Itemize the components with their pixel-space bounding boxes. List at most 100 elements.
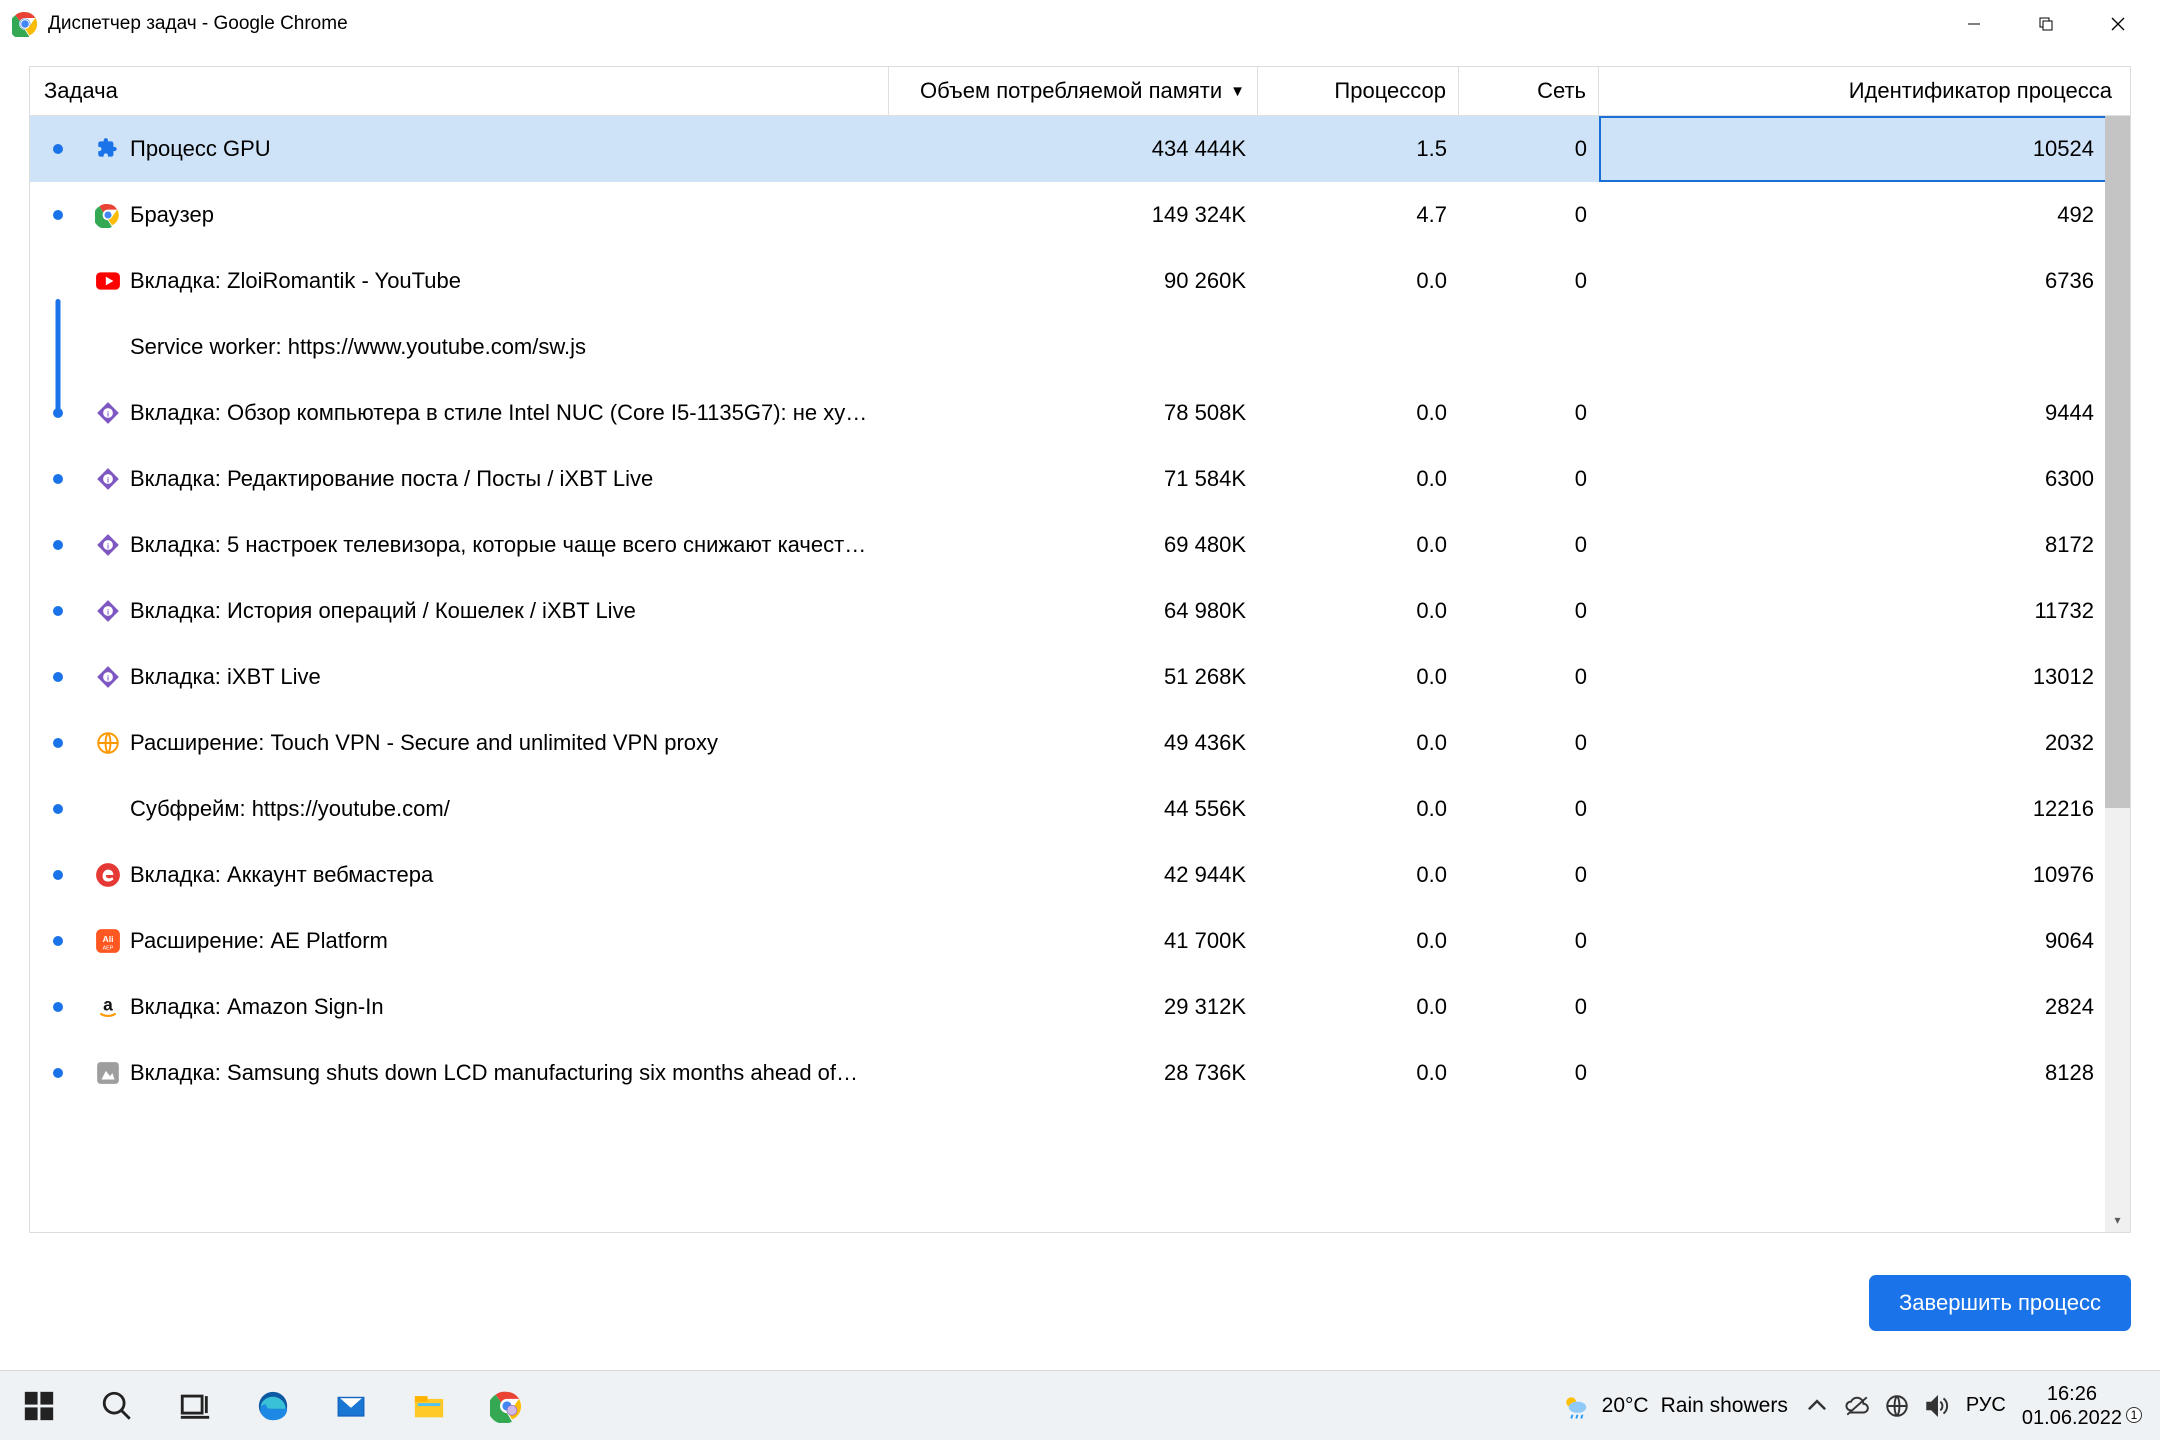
row-net: 0	[1459, 796, 1599, 822]
mail-icon[interactable]	[312, 1371, 390, 1440]
column-pid-label: Идентификатор процесса	[1849, 78, 2112, 104]
row-pid	[1599, 314, 2112, 380]
row-pid: 11732	[1599, 578, 2112, 644]
table-row[interactable]: AliAEPРасширение: AE Platform41 700K0.00…	[30, 908, 2130, 974]
row-net: 0	[1459, 664, 1599, 690]
column-cpu-label: Процессор	[1334, 78, 1446, 104]
column-cpu[interactable]: Процессор	[1258, 67, 1459, 115]
row-name: Процесс GPU	[130, 136, 889, 162]
titlebar: Диспетчер задач - Google Chrome	[0, 0, 2160, 48]
weather-widget[interactable]: 20°C Rain showers	[1560, 1391, 1788, 1421]
row-pid: 492	[1599, 182, 2112, 248]
row-memory: 71 584K	[889, 466, 1258, 492]
row-name: Вкладка: iXBT Live	[130, 664, 889, 690]
svg-text:i: i	[107, 673, 109, 682]
weather-icon	[1560, 1391, 1590, 1421]
search-button[interactable]	[78, 1371, 156, 1440]
table-row[interactable]: Субфрейм: https://youtube.com/44 556K0.0…	[30, 776, 2130, 842]
tray-chevron-icon[interactable]	[1804, 1393, 1830, 1419]
table-row[interactable]: iВкладка: iXBT Live51 268K0.0013012	[30, 644, 2130, 710]
svg-text:i: i	[107, 607, 109, 616]
clock[interactable]: 16:26 01.06.2022	[2022, 1382, 2122, 1430]
explorer-icon[interactable]	[390, 1371, 468, 1440]
row-pid: 10524	[1599, 116, 2112, 182]
edge-icon[interactable]	[234, 1371, 312, 1440]
maximize-button[interactable]	[2010, 0, 2082, 48]
row-name: Вкладка: История операций / Кошелек / iX…	[130, 598, 889, 624]
chrome-taskbar-icon[interactable]	[468, 1371, 546, 1440]
cloud-sync-icon[interactable]	[1844, 1393, 1870, 1419]
tray	[1804, 1393, 1950, 1419]
notif-badge: 1	[2126, 1407, 2142, 1423]
table-row[interactable]: Расширение: Touch VPN - Secure and unlim…	[30, 710, 2130, 776]
row-cpu: 0.0	[1258, 466, 1459, 492]
row-memory: 28 736K	[889, 1060, 1258, 1086]
row-memory: 42 944K	[889, 862, 1258, 888]
column-memory[interactable]: Объем потребляемой памяти▼	[889, 67, 1258, 115]
table-row[interactable]: Вкладка: ZloiRomantik - YouTube90 260K0.…	[30, 248, 2130, 314]
volume-icon[interactable]	[1924, 1393, 1950, 1419]
row-name: Вкладка: 5 настроек телевизора, которые …	[130, 532, 889, 558]
row-icon	[86, 730, 130, 756]
row-bullet	[30, 144, 86, 154]
row-icon: i	[86, 664, 130, 690]
end-process-button[interactable]: Завершить процесс	[1869, 1275, 2131, 1331]
row-name: Расширение: Touch VPN - Secure and unlim…	[130, 730, 889, 756]
table-row[interactable]: iВкладка: Обзор компьютера в стиле Intel…	[30, 380, 2130, 446]
row-name: Вкладка: Аккаунт вебмастера	[130, 862, 889, 888]
column-net[interactable]: Сеть	[1459, 67, 1599, 115]
table-row[interactable]: aВкладка: Amazon Sign-In29 312K0.002824	[30, 974, 2130, 1040]
window-title: Диспетчер задач - Google Chrome	[48, 13, 348, 35]
table-row[interactable]: Service worker: https://www.youtube.com/…	[30, 314, 2130, 380]
table-row[interactable]: i Вкладка: Редактирование поста / Посты /…	[30, 446, 2130, 512]
row-memory: 78 508K	[889, 400, 1258, 426]
row-icon	[86, 202, 130, 228]
weather-text: Rain showers	[1661, 1394, 1788, 1418]
row-pid: 2824	[1599, 974, 2112, 1040]
row-bullet	[30, 870, 86, 880]
row-bullet	[30, 540, 86, 550]
row-net: 0	[1459, 994, 1599, 1020]
row-cpu: 0.0	[1258, 268, 1459, 294]
scroll-down-icon[interactable]: ▾	[2105, 1208, 2130, 1232]
row-cpu: 0.0	[1258, 994, 1459, 1020]
row-cpu: 0.0	[1258, 532, 1459, 558]
minimize-button[interactable]	[1938, 0, 2010, 48]
table-row[interactable]: Процесс GPU434 444K1.5010524	[30, 116, 2130, 182]
table-row[interactable]: Вкладка: Аккаунт вебмастера42 944K0.0010…	[30, 842, 2130, 908]
table-row[interactable]: Браузер149 324K4.70492	[30, 182, 2130, 248]
table-header: Задача Объем потребляемой памяти▼ Процес…	[30, 67, 2130, 116]
row-bullet	[30, 936, 86, 946]
row-name: Вкладка: Редактирование поста / Посты / …	[130, 466, 889, 492]
row-cpu: 0.0	[1258, 664, 1459, 690]
scrollbar[interactable]: ▾	[2105, 116, 2130, 1232]
row-bullet	[30, 1068, 86, 1078]
close-button[interactable]	[2082, 0, 2154, 48]
task-table: Задача Объем потребляемой памяти▼ Процес…	[29, 66, 2131, 1233]
row-memory: 44 556K	[889, 796, 1258, 822]
column-task[interactable]: Задача	[30, 67, 889, 115]
row-net: 0	[1459, 862, 1599, 888]
language-indicator[interactable]: РУС	[1966, 1394, 2006, 1417]
table-row[interactable]: Вкладка: Samsung shuts down LCD manufact…	[30, 1040, 2130, 1106]
clock-date: 01.06.2022	[2022, 1406, 2122, 1430]
table-row[interactable]: i Вкладка: История операций / Кошелек / i…	[30, 578, 2130, 644]
row-pid: 12216	[1599, 776, 2112, 842]
row-cpu: 0.0	[1258, 400, 1459, 426]
row-icon	[86, 796, 130, 822]
row-pid: 9064	[1599, 908, 2112, 974]
row-cpu: 0.0	[1258, 1060, 1459, 1086]
table-row[interactable]: iВкладка: 5 настроек телевизора, которые…	[30, 512, 2130, 578]
network-icon[interactable]	[1884, 1393, 1910, 1419]
row-net: 0	[1459, 928, 1599, 954]
row-icon: a	[86, 994, 130, 1020]
column-pid[interactable]: Идентификатор процесса	[1599, 67, 2130, 115]
row-bullet	[30, 606, 86, 616]
row-bullet	[30, 210, 86, 220]
row-name: Расширение: AE Platform	[130, 928, 889, 954]
row-bullet	[30, 804, 86, 814]
taskview-button[interactable]	[156, 1371, 234, 1440]
svg-text:i: i	[107, 475, 109, 484]
scrollbar-thumb[interactable]	[2105, 116, 2130, 808]
start-button[interactable]	[0, 1371, 78, 1440]
